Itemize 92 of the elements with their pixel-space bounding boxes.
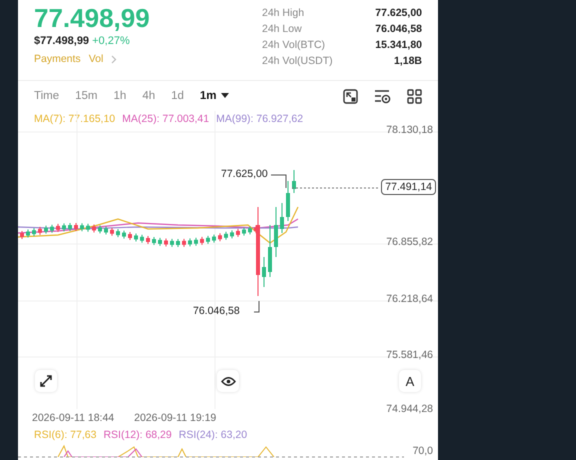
candlestick [194, 237, 198, 246]
candlestick [104, 226, 108, 235]
candlestick [164, 238, 168, 248]
candlestick [116, 228, 120, 238]
price-change: +0,27% [92, 35, 130, 47]
candlestick [134, 232, 138, 242]
candlestick [26, 229, 30, 238]
candlestick [152, 236, 156, 246]
stat-label: 24h High [262, 6, 304, 21]
chart-type-icon[interactable] [343, 88, 358, 104]
candlestick [224, 231, 228, 240]
timeframe-tab[interactable]: Time [34, 90, 60, 102]
caret-icon[interactable] [220, 93, 229, 99]
fiat-price: $77.498,99 [34, 35, 90, 47]
candlestick [146, 236, 150, 244]
candlestick [212, 234, 216, 244]
candlestick [86, 223, 90, 232]
candlestick [158, 237, 162, 246]
candlestick [182, 238, 186, 248]
candlestick [140, 234, 144, 244]
candlestick [218, 232, 222, 242]
grid-layout-icon[interactable] [407, 88, 422, 104]
price-axis-label: 76.855,82 [386, 236, 433, 248]
candlestick [230, 230, 234, 239]
leader-line [254, 301, 260, 313]
timeframe-tab[interactable]: 1h [114, 90, 126, 102]
rsi-level-label: 70,0 [412, 445, 433, 457]
moving-average-label: MA(7): 77.165,10 [34, 113, 116, 125]
candlestick [44, 225, 48, 234]
timeframe-tab[interactable]: 1m [200, 90, 229, 102]
high-price-marker: 77.625,00 [221, 168, 268, 180]
candlestick [74, 222, 78, 232]
low-price-marker: 76.046,58 [193, 305, 240, 317]
candlestick [56, 223, 60, 232]
candlestick [68, 222, 72, 232]
rsi-label: RSI(24): 63,20 [178, 429, 248, 441]
candlestick [280, 202, 284, 234]
stat-label: 24h Low [262, 22, 302, 37]
stat-label: 24h Vol(USDT) [262, 54, 333, 69]
price-axis-label: 78.130,18 [386, 124, 433, 136]
candlestick [188, 238, 192, 247]
price-axis-label: 75.581,46 [386, 349, 433, 361]
candlestick [62, 222, 66, 232]
rsi-label: RSI(12): 68,29 [103, 429, 172, 441]
candlestick [248, 226, 252, 235]
leader-line [271, 174, 287, 188]
price-axis-label: 76.218,64 [386, 293, 433, 305]
eye-icon [220, 376, 236, 386]
candlestick [128, 232, 132, 241]
candlestick [110, 227, 114, 236]
expand-icon [39, 374, 53, 388]
candlestick [200, 236, 204, 246]
candlestick [262, 256, 266, 288]
price-mode-button[interactable]: A [399, 370, 421, 392]
visibility-button[interactable] [217, 370, 239, 392]
stat-value: 1,18B [394, 54, 422, 69]
candlestick [242, 227, 246, 236]
moving-average-label: MA(25): 77.003,41 [122, 113, 210, 125]
rsi-label: RSI(6): 77,63 [34, 429, 96, 441]
time-axis-label: 2026-09-11 18:44 [32, 412, 114, 424]
candlestick [32, 228, 36, 237]
last-price: 77.498,99 [34, 2, 150, 34]
moving-average-label: MA(99): 76.927,62 [216, 113, 304, 125]
stat-value: 15.341,80 [375, 38, 422, 53]
time-axis-label: 2026-09-11 19:19 [134, 412, 216, 424]
candlestick [98, 224, 102, 234]
timeframe-tab[interactable]: 4h [142, 90, 156, 102]
tag-link[interactable]: Vol [88, 53, 104, 65]
timeframe-tab[interactable]: 1d [171, 90, 184, 102]
candlestick [176, 238, 180, 248]
candlestick [170, 238, 174, 248]
indicator-settings-icon[interactable] [374, 88, 391, 104]
candlestick [206, 235, 210, 244]
current-price-tag: 77.491,14 [381, 179, 436, 195]
tag-link[interactable]: Payments [34, 53, 81, 65]
candlestick [20, 230, 24, 240]
stat-value: 77.625,00 [375, 6, 422, 21]
timeframe-tab[interactable]: 15m [75, 90, 98, 102]
candlestick [236, 228, 240, 238]
candlestick [286, 180, 290, 222]
candlestick [292, 170, 296, 194]
candlestick [80, 222, 84, 232]
stat-value: 76.046,58 [375, 22, 422, 37]
candlestick [274, 206, 278, 258]
stat-label: 24h Vol(BTC) [262, 38, 326, 53]
candlestick [122, 230, 126, 240]
fullscreen-button[interactable] [35, 370, 57, 392]
candlestick [92, 224, 96, 233]
candlestick [268, 224, 272, 278]
candlestick [38, 226, 42, 236]
candlestick [50, 224, 54, 234]
price-axis-label: 74.944,28 [386, 403, 433, 415]
